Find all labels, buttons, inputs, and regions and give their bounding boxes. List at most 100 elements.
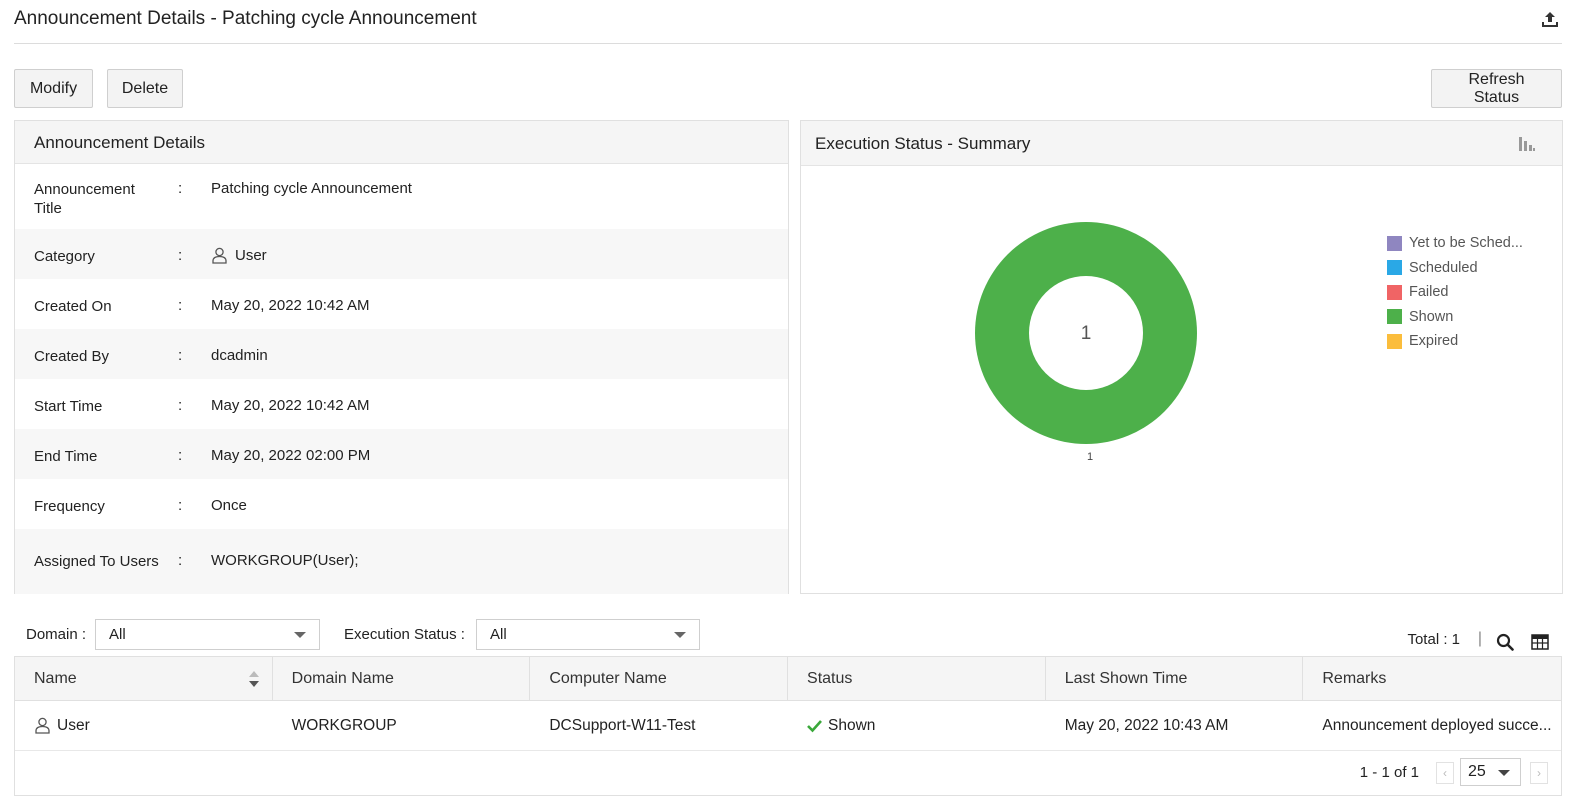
bar-chart-icon[interactable]	[1518, 136, 1536, 152]
legend-swatch	[1387, 235, 1402, 251]
results-table: Name Domain Name Computer Name Status La…	[14, 656, 1562, 796]
column-header-label: Remarks	[1322, 670, 1387, 687]
detail-row-end-time: End Time : May 20, 2022 02:00 PM	[15, 429, 788, 479]
detail-label: Start Time	[34, 398, 103, 415]
detail-row-created-on: Created On : May 20, 2022 10:42 AM	[15, 279, 788, 329]
refresh-status-button[interactable]: Refresh Status	[1431, 69, 1562, 108]
detail-row-category: Category : User	[15, 229, 788, 279]
legend-item[interactable]: Shown	[1387, 305, 1523, 330]
detail-colon: :	[178, 397, 183, 414]
table-columns-icon[interactable]	[1531, 633, 1549, 651]
detail-row-created-by: Created By : dcadmin	[15, 329, 788, 379]
domain-select-value: All	[109, 626, 126, 643]
table-row: User WORKGROUP DCSupport-W11-Test Shown …	[15, 701, 1561, 751]
chevron-down-icon	[1498, 770, 1510, 776]
column-header-name[interactable]: Name	[15, 657, 273, 700]
detail-value: Patching cycle Announcement	[211, 180, 412, 197]
next-page-button[interactable]: ›	[1530, 762, 1548, 784]
legend-item[interactable]: Failed	[1387, 280, 1523, 305]
column-header-remarks[interactable]: Remarks	[1303, 657, 1561, 700]
detail-label: Announcement Title	[34, 181, 135, 217]
cell-computer: DCSupport-W11-Test	[549, 716, 696, 734]
execution-summary-panel: Execution Status - Summary 1 1 Yet to be…	[800, 120, 1563, 594]
cell-status-text: Shown	[828, 716, 876, 734]
page-title: Announcement Details - Patching cycle An…	[14, 8, 477, 29]
legend-item[interactable]: Yet to be Sched...	[1387, 231, 1523, 256]
detail-row-title: Announcement Title : Patching cycle Anno…	[15, 164, 788, 229]
cell-status: Shown	[788, 701, 1046, 750]
detail-colon: :	[178, 247, 183, 264]
detail-value: May 20, 2022 10:42 AM	[211, 297, 370, 314]
table-header-row: Name Domain Name Computer Name Status La…	[15, 657, 1561, 701]
cell-name-text: User	[57, 716, 90, 734]
legend-item[interactable]: Scheduled	[1387, 256, 1523, 281]
chevron-down-icon	[674, 632, 686, 638]
detail-value: User	[235, 247, 267, 264]
user-icon	[212, 247, 227, 264]
detail-value: dcadmin	[211, 347, 268, 364]
chevron-down-icon	[294, 632, 306, 638]
legend-item[interactable]: Expired	[1387, 329, 1523, 354]
previous-page-button[interactable]: ‹	[1436, 762, 1454, 784]
donut-slice-label: 1	[1087, 451, 1093, 463]
detail-value: WORKGROUP(User);	[211, 552, 359, 569]
detail-value: Once	[211, 497, 247, 514]
detail-colon: :	[178, 297, 183, 314]
detail-label: Created On	[34, 298, 112, 315]
cell-domain: WORKGROUP	[291, 716, 397, 734]
user-icon	[35, 717, 50, 734]
detail-row-start-time: Start Time : May 20, 2022 10:42 AM	[15, 379, 788, 429]
upload-export-icon[interactable]	[1540, 10, 1560, 30]
detail-label: Frequency	[34, 498, 105, 515]
details-panel-title: Announcement Details	[15, 121, 788, 164]
delete-button[interactable]: Delete	[107, 69, 183, 108]
domain-select[interactable]: All	[95, 619, 320, 650]
detail-value: May 20, 2022 10:42 AM	[211, 397, 370, 414]
execution-status-select[interactable]: All	[476, 619, 700, 650]
detail-value: May 20, 2022 02:00 PM	[211, 447, 371, 464]
detail-row-frequency: Frequency : Once	[15, 479, 788, 529]
legend-swatch	[1387, 284, 1402, 300]
legend-label: Scheduled	[1409, 259, 1478, 276]
detail-colon: :	[178, 447, 183, 464]
legend-swatch	[1387, 309, 1402, 325]
detail-label: End Time	[34, 448, 98, 465]
page-header: Announcement Details - Patching cycle An…	[14, 0, 1562, 44]
cell-remarks: Announcement deployed succe...	[1322, 716, 1552, 734]
chart-legend: Yet to be Sched... Scheduled Failed Shown Ex…	[1387, 231, 1523, 354]
legend-label: Shown	[1409, 308, 1454, 325]
donut-center-label: 1	[1081, 323, 1092, 344]
column-header-status[interactable]: Status	[788, 657, 1046, 700]
legend-label: Yet to be Sched...	[1409, 235, 1523, 252]
detail-label: Assigned To Users	[34, 553, 159, 570]
column-header-domain-name[interactable]: Domain Name	[273, 657, 531, 700]
detail-colon: :	[178, 497, 183, 514]
sort-icon[interactable]	[248, 669, 260, 689]
column-header-label: Last Shown Time	[1064, 670, 1188, 687]
cell-name: User	[15, 701, 273, 750]
search-icon[interactable]	[1496, 633, 1514, 651]
cell-last-shown-time: May 20, 2022 10:43 AM	[1064, 716, 1229, 734]
column-header-last-shown-time[interactable]: Last Shown Time	[1046, 657, 1304, 700]
column-header-computer-name[interactable]: Computer Name	[530, 657, 789, 700]
detail-label: Created By	[34, 348, 110, 365]
announcement-details-panel: Announcement Details Announcement Title …	[14, 120, 789, 594]
page-size-value: 25	[1468, 763, 1486, 780]
column-header-label: Domain Name	[291, 670, 394, 687]
summary-panel-title: Execution Status - Summary	[801, 121, 1562, 166]
column-header-label: Status	[807, 670, 853, 687]
detail-colon: :	[178, 552, 183, 569]
filter-bar: Domain : All Execution Status : All Tota…	[14, 619, 1562, 651]
check-icon	[807, 719, 822, 732]
page-size-select[interactable]: 25	[1460, 758, 1521, 786]
total-count: Total : 1	[1407, 631, 1460, 648]
domain-filter-label: Domain :	[26, 626, 87, 643]
donut-chart: 1 1	[975, 222, 1197, 463]
detail-row-assigned-to: Assigned To Users : WORKGROUP(User);	[15, 529, 788, 594]
execution-status-filter-label: Execution Status :	[344, 626, 465, 643]
legend-label: Failed	[1409, 284, 1449, 301]
column-header-label: Name	[34, 670, 77, 687]
detail-value-wrap: User	[211, 247, 267, 264]
modify-button[interactable]: Modify	[14, 69, 93, 108]
pagination-range: 1 - 1 of 1	[1359, 764, 1419, 781]
